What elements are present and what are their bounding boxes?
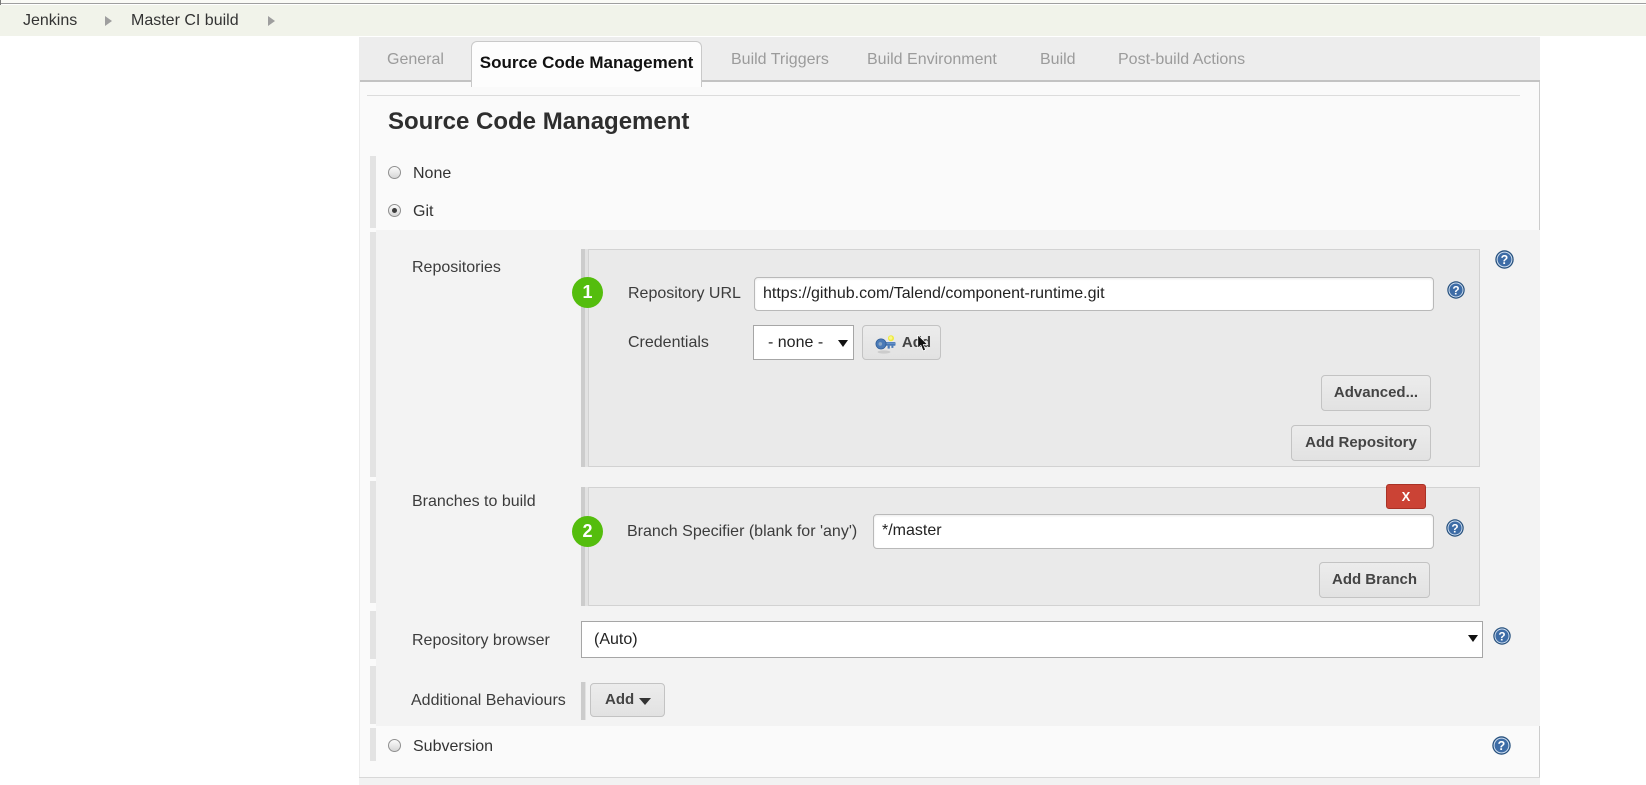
svg-text:?: ? xyxy=(1451,521,1458,535)
svg-text:?: ? xyxy=(1498,739,1506,753)
svg-text:?: ? xyxy=(1498,629,1505,643)
svg-text:?: ? xyxy=(1501,253,1509,267)
svg-text:?: ? xyxy=(1452,283,1459,297)
